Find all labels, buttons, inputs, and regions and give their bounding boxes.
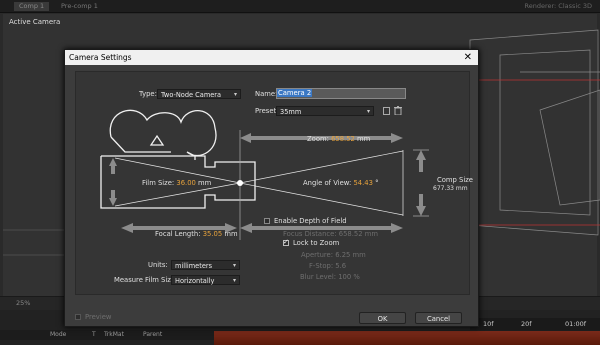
fstop-label: F-Stop: [309, 262, 334, 270]
column-t[interactable]: T [92, 331, 96, 338]
timeline-tick: 10f [483, 320, 494, 328]
check-icon: ✓ [283, 238, 289, 246]
cancel-button[interactable]: Cancel [415, 312, 462, 324]
comp-size-value: 677.33 mm [433, 185, 468, 192]
timeline-layer-bar[interactable] [214, 331, 600, 345]
film-size-unit: mm [198, 179, 212, 187]
lock-to-zoom-label: Lock to Zoom [293, 239, 340, 247]
focus-distance-unit: mm [364, 230, 378, 238]
chevron-down-icon: ▾ [232, 277, 236, 284]
aperture-label: Aperture: [301, 251, 334, 259]
settings-panel [75, 71, 470, 295]
zoom-row: Zoom: 658.52 mm [307, 135, 370, 143]
lock-to-zoom-checkbox[interactable]: ✓ [283, 238, 289, 246]
zoom-level[interactable]: 25% [16, 299, 30, 307]
zoom-value[interactable]: 658.52 [331, 135, 355, 143]
blur-value: 100 [338, 273, 352, 281]
chevron-down-icon: ▾ [232, 262, 236, 269]
angle-unit: ° [375, 179, 379, 187]
measure-film-size-value: Horizontally [175, 277, 215, 285]
timeline-tick: 20f [521, 320, 532, 328]
film-size-label: Film Size: [142, 179, 175, 187]
column-trkmat[interactable]: TrkMat [104, 331, 124, 338]
fstop-value: 5.6 [335, 262, 347, 270]
preset-label: Preset: [255, 107, 279, 115]
angle-value[interactable]: 54.43 [353, 179, 372, 187]
aperture-value: 6.25 [335, 251, 351, 259]
focal-length-value[interactable]: 35.05 [203, 230, 222, 238]
type-value: Two-Node Camera [161, 91, 222, 99]
dialog-title-bar[interactable]: Camera Settings [65, 50, 478, 65]
film-size-row: Film Size: 36.00 mm [142, 179, 211, 187]
column-parent[interactable]: Parent [143, 331, 162, 338]
units-label: Units: [148, 261, 168, 269]
name-label: Name: [255, 90, 278, 98]
type-label: Type: [139, 90, 157, 98]
close-icon[interactable]: ✕ [464, 51, 472, 64]
chevron-down-icon: ▾ [366, 108, 370, 115]
fstop-row: F-Stop: 5.6 [309, 262, 346, 270]
angle-row: Angle of View: 54.43 ° [303, 179, 378, 187]
focus-distance-value: 658.52 [338, 230, 363, 238]
name-input[interactable]: Camera 2 [276, 88, 406, 99]
focal-length-row: Focal Length: 35.05 mm [155, 230, 238, 238]
blur-label: Blur Level: [300, 273, 337, 281]
dof-label: Enable Depth of Field [274, 217, 347, 225]
dialog-title: Camera Settings [69, 53, 132, 62]
blur-unit: % [353, 273, 360, 281]
aperture-row: Aperture: 6.25 mm [301, 251, 366, 259]
units-value: millimeters [175, 262, 213, 270]
column-mode[interactable]: Mode [50, 331, 66, 338]
timeline-tick: 01:00f [565, 320, 587, 328]
focal-length-unit: mm [224, 230, 238, 238]
angle-label: Angle of View: [303, 179, 352, 187]
preset-dropdown[interactable]: 35mm ▾ [276, 106, 374, 116]
film-size-value[interactable]: 36.00 [176, 179, 195, 187]
measure-film-size-label: Measure Film Size: [114, 276, 178, 284]
preview-label: Preview [85, 313, 112, 321]
trash-icon[interactable] [394, 106, 402, 116]
focal-length-label: Focal Length: [155, 230, 201, 238]
preset-value: 35mm [280, 108, 302, 116]
blur-row: Blur Level: 100 % [300, 273, 360, 281]
focus-distance-row: Focus Distance: 658.52 mm [283, 230, 378, 238]
camera-settings-dialog: Camera Settings ✕ Type: Two-Node Camera … [64, 49, 479, 327]
type-dropdown[interactable]: Two-Node Camera ▾ [157, 89, 241, 99]
units-dropdown[interactable]: millimeters ▾ [171, 260, 240, 270]
aperture-unit: mm [352, 251, 366, 259]
comp-size-label: Comp Size [437, 176, 473, 184]
zoom-label: Zoom: [307, 135, 329, 143]
save-preset-icon[interactable] [383, 107, 390, 115]
chevron-down-icon: ▾ [233, 91, 237, 98]
preview-checkbox[interactable] [75, 314, 81, 320]
dof-checkbox[interactable] [264, 218, 270, 224]
measure-film-size-dropdown[interactable]: Horizontally ▾ [171, 275, 240, 285]
focus-distance-label: Focus Distance: [283, 230, 337, 238]
viewer-label: Active Camera [9, 18, 61, 26]
ok-button[interactable]: OK [359, 312, 406, 324]
name-value: Camera 2 [277, 89, 313, 97]
zoom-unit: mm [357, 135, 371, 143]
